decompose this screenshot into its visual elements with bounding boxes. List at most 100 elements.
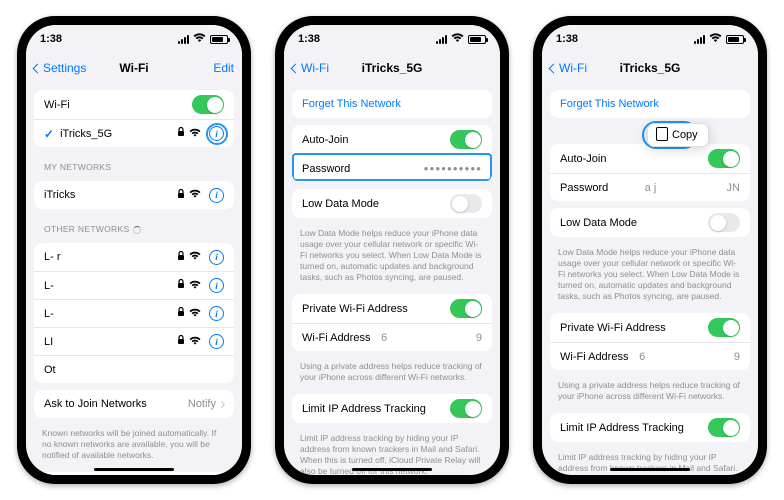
network-name: iTricks (44, 189, 177, 201)
copy-menu[interactable]: Copy (647, 123, 709, 147)
limit-footer: Limit IP address tracking by hiding your… (542, 449, 758, 475)
wifiaddr-value: 6 9 (381, 332, 482, 344)
limit-toggle[interactable] (708, 418, 740, 437)
status-time: 1:38 (298, 33, 320, 45)
status-time: 1:38 (40, 33, 62, 45)
private-label: Private Wi-Fi Address (302, 303, 450, 315)
wifi-label: Wi-Fi (44, 99, 192, 111)
connected-network-row[interactable]: ✓ iTricks_5G i (34, 119, 234, 147)
lowdata-label: Low Data Mode (302, 198, 450, 210)
network-row[interactable]: L-i (34, 271, 234, 299)
info-button[interactable]: i (209, 250, 224, 265)
limit-toggle[interactable] (450, 399, 482, 418)
wifi-status-icon (451, 33, 464, 46)
auto-join-row: Auto-Join (292, 125, 492, 154)
lock-icon (177, 279, 185, 292)
private-footer: Using a private address helps reduce tra… (284, 358, 500, 387)
network-row[interactable]: Ot (34, 355, 234, 383)
wifiaddr-label: Wi-Fi Address (560, 351, 639, 363)
edit-button[interactable]: Edit (213, 61, 234, 75)
nav-bar: Wi-Fi iTricks_5G (284, 53, 500, 83)
battery-icon (210, 35, 228, 44)
limit-label: Limit IP Address Tracking (560, 422, 708, 434)
lowdata-toggle[interactable] (450, 194, 482, 213)
cellular-icon (694, 35, 705, 44)
wifi-signal-icon (189, 336, 201, 348)
wifi-toggle[interactable] (192, 95, 224, 114)
wifi-signal-icon (189, 280, 201, 292)
network-name: L- (44, 280, 177, 292)
my-networks-header: MY NETWORKS (26, 154, 242, 174)
wifi-status-icon (193, 33, 206, 46)
back-button[interactable]: Settings (34, 61, 86, 75)
wifi-address-row: Wi-Fi Address 6 9 (550, 342, 750, 370)
lock-icon (177, 189, 185, 202)
home-indicator[interactable] (94, 468, 174, 471)
info-button[interactable]: i (209, 306, 224, 321)
battery-icon (726, 35, 744, 44)
info-button[interactable]: i (209, 188, 224, 203)
ask-to-join-row[interactable]: Ask to Join Networks Notify (34, 390, 234, 418)
password-row[interactable]: Password a j JN (550, 173, 750, 201)
home-indicator[interactable] (352, 468, 432, 471)
private-toggle[interactable] (708, 318, 740, 337)
autojoin-toggle[interactable] (450, 130, 482, 149)
info-button[interactable]: i (209, 278, 224, 293)
autojoin-toggle[interactable] (708, 149, 740, 168)
chevron-right-icon (219, 398, 224, 410)
network-name: L- r (44, 251, 177, 263)
phone-1: 1:38 Settings Wi-Fi Edit Wi-Fi (17, 16, 251, 484)
network-name: L- (44, 308, 177, 320)
lowdata-toggle[interactable] (708, 213, 740, 232)
status-bar: 1:38 (542, 25, 758, 53)
autojoin-label: Auto-Join (560, 153, 708, 165)
wifi-address-row: Wi-Fi Address 6 9 (292, 323, 492, 351)
copy-icon (658, 129, 668, 141)
network-row[interactable]: L-i (34, 299, 234, 327)
network-row[interactable]: iTricks i (34, 181, 234, 209)
wifi-signal-icon (189, 189, 201, 201)
checkmark-icon: ✓ (44, 127, 54, 141)
ask-value: Notify (188, 398, 216, 410)
password-label: Password (560, 182, 645, 194)
forget-label: Forget This Network (302, 98, 401, 110)
private-address-row: Private Wi-Fi Address (292, 294, 492, 323)
network-name: Ot (44, 364, 224, 376)
network-row[interactable]: LI i (34, 327, 234, 355)
lowdata-footer: Low Data Mode helps reduce your iPhone d… (284, 225, 500, 287)
back-label: Settings (43, 61, 86, 75)
limit-ip-row: Limit IP Address Tracking (292, 394, 492, 423)
copy-label: Copy (672, 129, 698, 141)
info-button[interactable]: i (209, 334, 224, 349)
nav-bar: Settings Wi-Fi Edit (26, 53, 242, 83)
password-label: Password (302, 163, 424, 175)
password-value: ●●●●●●●●●● (424, 164, 482, 173)
password-row[interactable]: Password ●●●●●●●●●● (292, 154, 492, 182)
wifi-toggle-row: Wi-Fi (34, 90, 234, 119)
forget-network-row[interactable]: Forget This Network (292, 90, 492, 118)
low-data-row: Low Data Mode (292, 189, 492, 218)
status-bar: 1:38 (26, 25, 242, 53)
lock-icon (177, 307, 185, 320)
autojoin-label: Auto-Join (302, 134, 450, 146)
private-toggle[interactable] (450, 299, 482, 318)
home-indicator[interactable] (610, 468, 690, 471)
auto-join-hotspot-row[interactable]: Auto-Join Hotspot Ask to Join (34, 472, 234, 475)
chevron-left-icon (291, 63, 301, 73)
status-time: 1:38 (556, 33, 578, 45)
private-label: Private Wi-Fi Address (560, 322, 708, 334)
private-address-row: Private Wi-Fi Address (550, 313, 750, 342)
network-row[interactable]: L- r i (34, 243, 234, 271)
lowdata-label: Low Data Mode (560, 217, 708, 229)
back-button[interactable]: Wi-Fi (292, 61, 329, 75)
chevron-left-icon (33, 63, 43, 73)
forget-network-row[interactable]: Forget This Network (550, 90, 750, 118)
auto-join-row: Auto-Join (550, 144, 750, 173)
back-button[interactable]: Wi-Fi (550, 61, 587, 75)
nav-bar: Wi-Fi iTricks_5G (542, 53, 758, 83)
wifi-signal-icon (189, 251, 201, 263)
ask-footer: Known networks will be joined automatica… (26, 425, 242, 465)
network-name: LI (44, 336, 177, 348)
lock-icon (177, 127, 185, 140)
info-button[interactable]: i (209, 126, 224, 141)
